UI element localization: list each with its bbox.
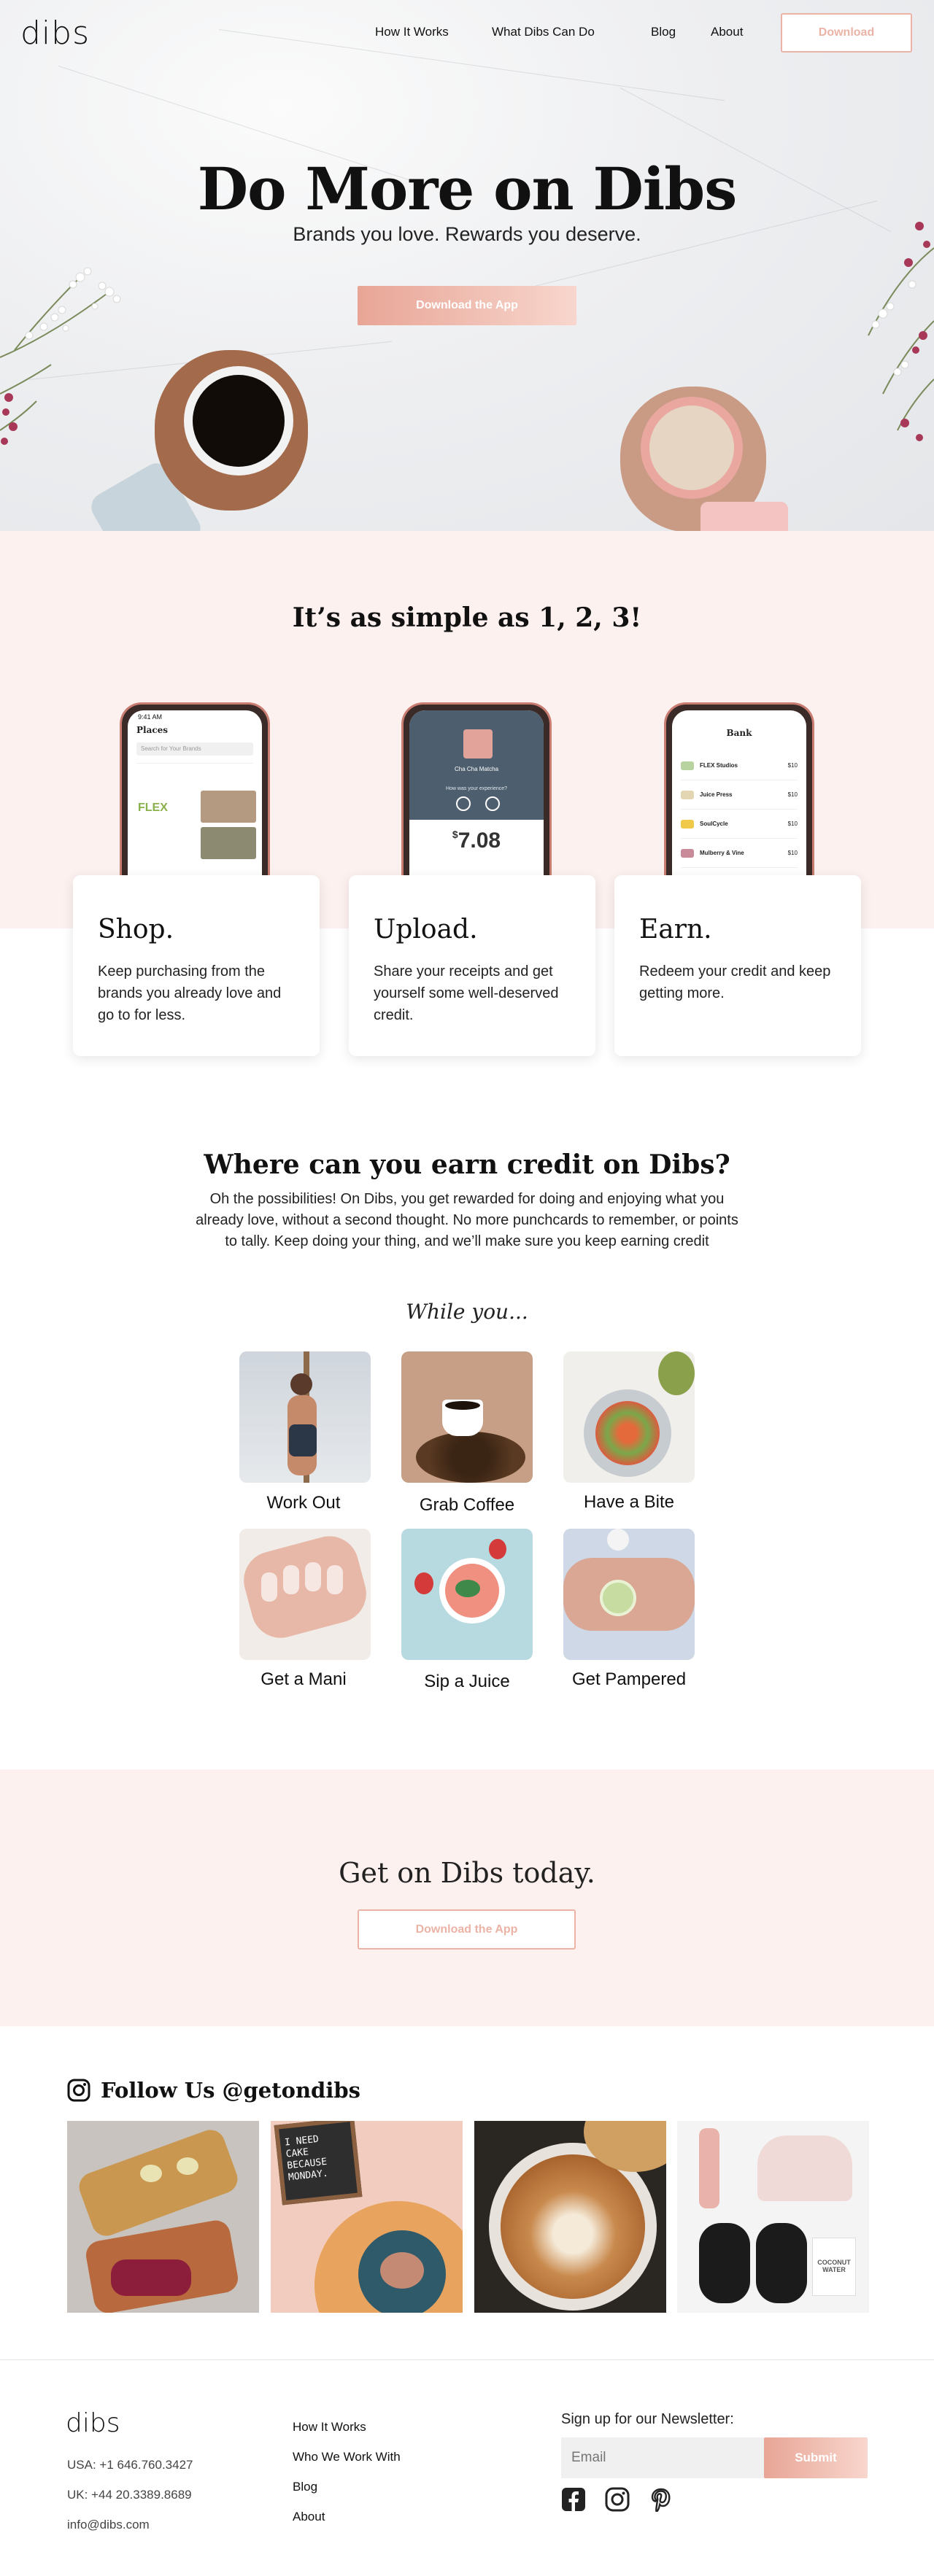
social-icons <box>561 2487 674 2512</box>
instagram-title: Follow Us @getondibs <box>101 2078 360 2103</box>
phone-brand-flex: FLEX <box>138 802 168 814</box>
card-earn: Earn. Redeem your credit and keep gettin… <box>614 875 861 1056</box>
chalkboard-text: I NEED CAKE BECAUSE MONDAY. <box>274 2121 363 2205</box>
instagram-post-latte[interactable] <box>474 2121 666 2313</box>
cta-section <box>0 1769 934 2026</box>
phone-bank-row-value: $10 <box>787 762 798 769</box>
card-earn-heading: Earn. <box>639 915 712 944</box>
phone-bank-row-name: FLEX Studios <box>700 762 738 769</box>
phone-search-bar: Search for Your Brands <box>136 742 253 756</box>
phone-bank-row-name: SoulCycle <box>700 820 728 827</box>
phone-bank-row-logo <box>681 819 694 829</box>
footer-link-blog[interactable]: Blog <box>293 2480 317 2494</box>
phone-bank-row-logo <box>681 848 694 858</box>
phone-upload-screenshot: Cha Cha Matcha How was your experience? … <box>401 702 552 892</box>
instagram-post-toast[interactable] <box>67 2121 259 2313</box>
tile-sip-a-juice-label: Sip a Juice <box>424 1672 510 1691</box>
phone-bank-row: Juice Press $10 <box>681 780 798 810</box>
card-shop-text: Keep purchasing from the brands you alre… <box>98 963 282 1023</box>
card-upload-heading: Upload. <box>374 915 478 944</box>
instagram-post-cake[interactable]: I NEED CAKE BECAUSE MONDAY. <box>271 2121 463 2313</box>
phone-question: How was your experience? <box>445 786 508 791</box>
tile-work-out-image[interactable] <box>239 1351 371 1483</box>
footer-link-who-we-work-with[interactable]: Who We Work With <box>293 2450 401 2464</box>
tile-have-a-bite-label: Have a Bite <box>583 1492 675 1512</box>
footer-phone-usa: USA: +1 646.760.3427 <box>67 2458 193 2472</box>
facebook-icon[interactable] <box>561 2487 586 2512</box>
phone-bank-row: Mulberry & Vine $10 <box>681 839 798 868</box>
phone-bank-row-name: Juice Press <box>700 791 733 798</box>
hero: dibs How It Works What Dibs Can Do Blog … <box>0 0 934 531</box>
flowers-right-image <box>868 222 934 441</box>
footer-link-how-it-works[interactable]: How It Works <box>293 2420 366 2435</box>
pinterest-icon[interactable] <box>649 2487 674 2512</box>
earn-title: Where can you earn credit on Dibs? <box>204 1149 730 1180</box>
tile-grab-coffee-label: Grab Coffee <box>419 1495 515 1515</box>
tile-get-pampered-label: Get Pampered <box>571 1669 687 1689</box>
tile-get-a-mani-label: Get a Mani <box>260 1669 347 1689</box>
cta-title: Get on Dibs today. <box>339 1857 595 1889</box>
tile-sip-a-juice-image[interactable] <box>401 1529 533 1660</box>
instagram-post-gym[interactable]: COCONUT WATER <box>677 2121 869 2313</box>
tile-have-a-bite-image[interactable] <box>563 1351 695 1483</box>
download-button[interactable]: Download <box>781 13 912 53</box>
tile-grab-coffee-image[interactable] <box>401 1351 533 1483</box>
phone-places-screenshot: 9:41 AM Places Search for Your Brands FL… <box>120 702 270 892</box>
nav-about[interactable]: About <box>711 25 743 39</box>
phone-places-title: Places <box>136 725 169 735</box>
card-shop: Shop. Keep purchasing from the brands yo… <box>73 875 320 1056</box>
newsletter-submit-button[interactable]: Submit <box>764 2437 868 2478</box>
tile-work-out-label: Work Out <box>266 1493 341 1513</box>
phone-bank-row-value: $10 <box>787 850 798 856</box>
instagram-heading: Follow Us @getondibs <box>67 2076 360 2105</box>
newsletter-email-input[interactable] <box>561 2437 764 2478</box>
footer-logo[interactable]: dibs <box>66 2408 120 2438</box>
earn-description: Oh the possibilities! On Dibs, you get r… <box>196 1191 738 1249</box>
hero-subtitle: Brands you love. Rewards you deserve. <box>293 223 641 245</box>
footer-divider <box>0 2359 934 2360</box>
tile-get-pampered-image[interactable] <box>563 1529 695 1660</box>
hero-download-app-button[interactable]: Download the App <box>358 286 576 325</box>
hands-left-image <box>86 350 343 531</box>
phone-bank-row-name: Mulberry & Vine <box>700 850 744 856</box>
hero-title: Do More on Dibs <box>197 155 738 223</box>
card-earn-text: Redeem your credit and keep getting more… <box>639 963 831 1001</box>
while-you-label: While you... <box>406 1300 528 1324</box>
phone-bank-title: Bank <box>726 728 752 738</box>
tile-get-a-mani-image[interactable] <box>239 1529 371 1660</box>
nav-blog[interactable]: Blog <box>651 25 676 39</box>
newsletter-label: Sign up for our Newsletter: <box>561 2411 734 2427</box>
footer-email[interactable]: info@dibs.com <box>67 2518 150 2532</box>
phone-bank-row-logo <box>681 761 694 770</box>
bottle-label: COCONUT WATER <box>812 2238 856 2296</box>
phone-bank-row-value: $10 <box>787 791 798 798</box>
phone-currency: $ <box>452 829 458 840</box>
cta-download-app-button[interactable]: Download the App <box>358 1909 576 1950</box>
phone-bank-row: FLEX Studios $10 <box>681 751 798 780</box>
card-upload-text: Share your receipts and get yourself som… <box>374 963 559 1023</box>
phone-bank-row: SoulCycle $10 <box>681 810 798 839</box>
phone-brand-name: Cha Cha Matcha <box>454 766 499 772</box>
phone-bank-row-logo <box>681 790 694 799</box>
nav-how-it-works[interactable]: How It Works <box>375 25 449 39</box>
card-upload: Upload. Share your receipts and get your… <box>349 875 595 1056</box>
instagram-icon[interactable] <box>67 2079 90 2102</box>
footer-link-about[interactable]: About <box>293 2510 325 2524</box>
phone-bank-screenshot: Bank FLEX Studios $10 Juice Press $10 SoulCy… <box>664 702 814 892</box>
phone-bank-row-value: $10 <box>787 820 798 827</box>
nav-what-dibs-can-do[interactable]: What Dibs Can Do <box>492 25 595 39</box>
logo[interactable]: dibs <box>20 15 90 52</box>
phone-amount: 7.08 <box>458 829 501 853</box>
instagram-icon[interactable] <box>605 2487 630 2512</box>
hands-right-image <box>620 379 810 531</box>
card-shop-heading: Shop. <box>98 915 174 944</box>
footer-phone-uk: UK: +44 20.3389.8689 <box>67 2488 192 2502</box>
steps-title: It’s as simple as 1, 2, 3! <box>292 602 642 633</box>
